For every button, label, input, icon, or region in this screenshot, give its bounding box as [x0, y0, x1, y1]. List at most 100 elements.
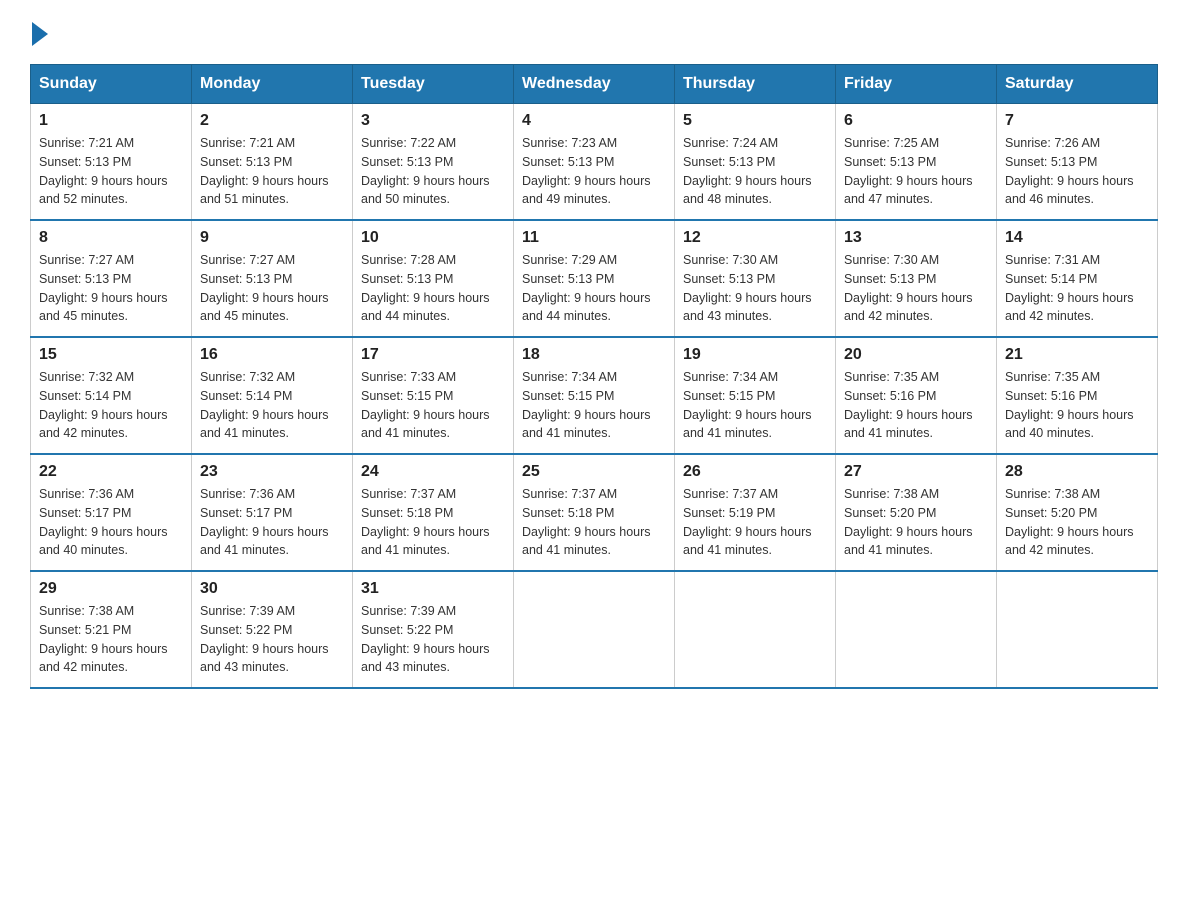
day-number: 16	[200, 346, 344, 364]
day-number: 27	[844, 463, 988, 481]
calendar-day-cell: 4 Sunrise: 7:23 AMSunset: 5:13 PMDayligh…	[514, 104, 675, 221]
day-info: Sunrise: 7:36 AMSunset: 5:17 PMDaylight:…	[200, 487, 329, 557]
calendar-day-cell: 19 Sunrise: 7:34 AMSunset: 5:15 PMDaylig…	[675, 337, 836, 454]
day-number: 10	[361, 229, 505, 247]
day-number: 31	[361, 580, 505, 598]
day-number: 11	[522, 229, 666, 247]
day-number: 12	[683, 229, 827, 247]
day-number: 4	[522, 112, 666, 130]
calendar-day-cell: 26 Sunrise: 7:37 AMSunset: 5:19 PMDaylig…	[675, 454, 836, 571]
calendar-day-cell: 17 Sunrise: 7:33 AMSunset: 5:15 PMDaylig…	[353, 337, 514, 454]
day-number: 19	[683, 346, 827, 364]
day-info: Sunrise: 7:39 AMSunset: 5:22 PMDaylight:…	[200, 604, 329, 674]
calendar-day-cell: 13 Sunrise: 7:30 AMSunset: 5:13 PMDaylig…	[836, 220, 997, 337]
day-info: Sunrise: 7:37 AMSunset: 5:18 PMDaylight:…	[522, 487, 651, 557]
page-header	[30, 20, 1158, 46]
day-info: Sunrise: 7:26 AMSunset: 5:13 PMDaylight:…	[1005, 136, 1134, 206]
day-number: 23	[200, 463, 344, 481]
day-number: 25	[522, 463, 666, 481]
day-info: Sunrise: 7:28 AMSunset: 5:13 PMDaylight:…	[361, 253, 490, 323]
calendar-day-cell: 18 Sunrise: 7:34 AMSunset: 5:15 PMDaylig…	[514, 337, 675, 454]
calendar-day-cell: 14 Sunrise: 7:31 AMSunset: 5:14 PMDaylig…	[997, 220, 1158, 337]
day-info: Sunrise: 7:22 AMSunset: 5:13 PMDaylight:…	[361, 136, 490, 206]
calendar-week-row: 29 Sunrise: 7:38 AMSunset: 5:21 PMDaylig…	[31, 571, 1158, 688]
calendar-header-row: SundayMondayTuesdayWednesdayThursdayFrid…	[31, 65, 1158, 104]
day-info: Sunrise: 7:27 AMSunset: 5:13 PMDaylight:…	[200, 253, 329, 323]
calendar-day-cell: 1 Sunrise: 7:21 AMSunset: 5:13 PMDayligh…	[31, 104, 192, 221]
day-number: 7	[1005, 112, 1149, 130]
day-number: 6	[844, 112, 988, 130]
day-number: 24	[361, 463, 505, 481]
day-number: 30	[200, 580, 344, 598]
day-number: 8	[39, 229, 183, 247]
day-info: Sunrise: 7:36 AMSunset: 5:17 PMDaylight:…	[39, 487, 168, 557]
day-number: 29	[39, 580, 183, 598]
calendar-week-row: 15 Sunrise: 7:32 AMSunset: 5:14 PMDaylig…	[31, 337, 1158, 454]
calendar-day-cell	[514, 571, 675, 688]
day-info: Sunrise: 7:38 AMSunset: 5:21 PMDaylight:…	[39, 604, 168, 674]
day-of-week-header: Thursday	[675, 65, 836, 104]
calendar-day-cell: 23 Sunrise: 7:36 AMSunset: 5:17 PMDaylig…	[192, 454, 353, 571]
day-of-week-header: Monday	[192, 65, 353, 104]
day-number: 3	[361, 112, 505, 130]
calendar-day-cell: 20 Sunrise: 7:35 AMSunset: 5:16 PMDaylig…	[836, 337, 997, 454]
day-of-week-header: Friday	[836, 65, 997, 104]
day-number: 21	[1005, 346, 1149, 364]
calendar-day-cell: 30 Sunrise: 7:39 AMSunset: 5:22 PMDaylig…	[192, 571, 353, 688]
day-info: Sunrise: 7:34 AMSunset: 5:15 PMDaylight:…	[522, 370, 651, 440]
day-number: 26	[683, 463, 827, 481]
calendar-day-cell: 27 Sunrise: 7:38 AMSunset: 5:20 PMDaylig…	[836, 454, 997, 571]
day-info: Sunrise: 7:30 AMSunset: 5:13 PMDaylight:…	[683, 253, 812, 323]
day-info: Sunrise: 7:23 AMSunset: 5:13 PMDaylight:…	[522, 136, 651, 206]
day-info: Sunrise: 7:21 AMSunset: 5:13 PMDaylight:…	[39, 136, 168, 206]
calendar-day-cell: 7 Sunrise: 7:26 AMSunset: 5:13 PMDayligh…	[997, 104, 1158, 221]
day-number: 28	[1005, 463, 1149, 481]
day-of-week-header: Wednesday	[514, 65, 675, 104]
calendar-week-row: 22 Sunrise: 7:36 AMSunset: 5:17 PMDaylig…	[31, 454, 1158, 571]
calendar-day-cell: 6 Sunrise: 7:25 AMSunset: 5:13 PMDayligh…	[836, 104, 997, 221]
day-info: Sunrise: 7:37 AMSunset: 5:19 PMDaylight:…	[683, 487, 812, 557]
day-info: Sunrise: 7:39 AMSunset: 5:22 PMDaylight:…	[361, 604, 490, 674]
calendar-day-cell	[675, 571, 836, 688]
calendar-day-cell: 22 Sunrise: 7:36 AMSunset: 5:17 PMDaylig…	[31, 454, 192, 571]
day-number: 1	[39, 112, 183, 130]
calendar-day-cell: 28 Sunrise: 7:38 AMSunset: 5:20 PMDaylig…	[997, 454, 1158, 571]
calendar-day-cell: 31 Sunrise: 7:39 AMSunset: 5:22 PMDaylig…	[353, 571, 514, 688]
day-number: 9	[200, 229, 344, 247]
calendar-day-cell: 15 Sunrise: 7:32 AMSunset: 5:14 PMDaylig…	[31, 337, 192, 454]
day-number: 14	[1005, 229, 1149, 247]
day-info: Sunrise: 7:34 AMSunset: 5:15 PMDaylight:…	[683, 370, 812, 440]
day-of-week-header: Tuesday	[353, 65, 514, 104]
calendar-day-cell: 5 Sunrise: 7:24 AMSunset: 5:13 PMDayligh…	[675, 104, 836, 221]
day-info: Sunrise: 7:30 AMSunset: 5:13 PMDaylight:…	[844, 253, 973, 323]
day-info: Sunrise: 7:21 AMSunset: 5:13 PMDaylight:…	[200, 136, 329, 206]
day-number: 22	[39, 463, 183, 481]
day-info: Sunrise: 7:27 AMSunset: 5:13 PMDaylight:…	[39, 253, 168, 323]
day-info: Sunrise: 7:24 AMSunset: 5:13 PMDaylight:…	[683, 136, 812, 206]
calendar-day-cell	[836, 571, 997, 688]
calendar-day-cell: 16 Sunrise: 7:32 AMSunset: 5:14 PMDaylig…	[192, 337, 353, 454]
logo	[30, 20, 48, 46]
day-info: Sunrise: 7:29 AMSunset: 5:13 PMDaylight:…	[522, 253, 651, 323]
day-info: Sunrise: 7:33 AMSunset: 5:15 PMDaylight:…	[361, 370, 490, 440]
calendar-day-cell: 24 Sunrise: 7:37 AMSunset: 5:18 PMDaylig…	[353, 454, 514, 571]
day-info: Sunrise: 7:35 AMSunset: 5:16 PMDaylight:…	[844, 370, 973, 440]
day-number: 15	[39, 346, 183, 364]
calendar-day-cell: 8 Sunrise: 7:27 AMSunset: 5:13 PMDayligh…	[31, 220, 192, 337]
day-of-week-header: Sunday	[31, 65, 192, 104]
day-info: Sunrise: 7:35 AMSunset: 5:16 PMDaylight:…	[1005, 370, 1134, 440]
calendar-day-cell: 10 Sunrise: 7:28 AMSunset: 5:13 PMDaylig…	[353, 220, 514, 337]
day-info: Sunrise: 7:32 AMSunset: 5:14 PMDaylight:…	[39, 370, 168, 440]
calendar-day-cell: 12 Sunrise: 7:30 AMSunset: 5:13 PMDaylig…	[675, 220, 836, 337]
calendar-day-cell: 9 Sunrise: 7:27 AMSunset: 5:13 PMDayligh…	[192, 220, 353, 337]
calendar-table: SundayMondayTuesdayWednesdayThursdayFrid…	[30, 64, 1158, 689]
calendar-day-cell: 3 Sunrise: 7:22 AMSunset: 5:13 PMDayligh…	[353, 104, 514, 221]
day-info: Sunrise: 7:25 AMSunset: 5:13 PMDaylight:…	[844, 136, 973, 206]
day-number: 18	[522, 346, 666, 364]
day-number: 13	[844, 229, 988, 247]
day-info: Sunrise: 7:37 AMSunset: 5:18 PMDaylight:…	[361, 487, 490, 557]
day-info: Sunrise: 7:38 AMSunset: 5:20 PMDaylight:…	[1005, 487, 1134, 557]
calendar-day-cell: 2 Sunrise: 7:21 AMSunset: 5:13 PMDayligh…	[192, 104, 353, 221]
day-info: Sunrise: 7:38 AMSunset: 5:20 PMDaylight:…	[844, 487, 973, 557]
day-info: Sunrise: 7:32 AMSunset: 5:14 PMDaylight:…	[200, 370, 329, 440]
